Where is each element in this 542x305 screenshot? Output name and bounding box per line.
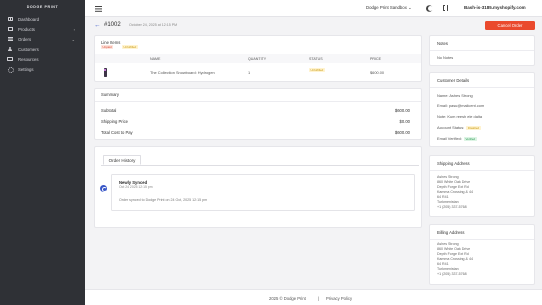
event-time: Oct 24 2025 12:15 pm [119, 185, 153, 189]
total-value: $600.00 [394, 130, 410, 135]
line-items-card: Line Items Unpaid Unfulfilled NAME QUANT… [94, 35, 422, 82]
table-header: NAME QUANTITY STATUS PRICE [95, 54, 421, 63]
chevron-down-icon: ⌄ [71, 36, 75, 42]
shipping-value: $0.00 [399, 119, 410, 124]
cancel-order-button[interactable]: Cancel Order [485, 21, 535, 30]
sidebar-item-label: Resources [18, 56, 39, 62]
billing-address: Ashes Strong 860 White Oak Drive Depth F… [437, 242, 473, 277]
sidebar-item-products[interactable]: Products › [0, 24, 85, 34]
chevron-right-icon: › [73, 26, 75, 32]
email-verified: Email Verified: Verified [437, 136, 477, 141]
order-history-card: Order History Newly Synced Oct 24 2025 1… [94, 146, 422, 228]
sidebar-item-label: Orders [18, 36, 32, 42]
address-line: +1 (205) 337-5768 [437, 204, 467, 209]
order-date: October 24, 2025 at 12:15 PM [129, 23, 178, 28]
tab-divider [101, 165, 419, 166]
shipping-address: Ashes Strong 860 White Oak Drive Depth F… [437, 175, 473, 210]
shop-link[interactable]: Bash-is-3185.myshopify.com [464, 5, 526, 10]
customer-title: Customer Details [437, 78, 470, 83]
order-header: ← #1002 October 24, 2025 at 12:15 PM [93, 20, 423, 32]
email-verified-label: Email Verified: [437, 136, 462, 141]
billing-address-card: Billing Address Ashes Strong 860 White O… [429, 224, 535, 285]
product-name: The Collection Snowboard: Hydrogen [150, 70, 215, 75]
payment-status-badge: Unpaid [101, 45, 114, 49]
account-status-badge: Disabled [466, 125, 481, 130]
divider [430, 239, 534, 240]
grid-icon [7, 17, 13, 22]
back-arrow-icon[interactable]: ← [94, 22, 101, 29]
shipping-address-card: Shipping Address Ashes Strong 860 White … [429, 155, 535, 217]
store-select[interactable]: Dodge Print Sandbox ⌄ [366, 5, 412, 11]
notes-card: Notes No Notes [429, 35, 535, 66]
fulfillment-status-badge: Unfulfilled [122, 45, 138, 49]
billing-title: Billing Address [437, 230, 465, 235]
email-verified-badge: Verified [463, 136, 477, 141]
history-event: Newly Synced Oct 24 2025 12:15 pm Order … [111, 174, 415, 211]
customer-details-card: Customer Details Name: Ashes Strong Emai… [429, 72, 535, 147]
item-status-badge: Unfulfilled [309, 67, 325, 72]
column-header: QUANTITY [248, 56, 267, 61]
shipping-label: Shipping Price [101, 119, 129, 124]
sync-icon [100, 185, 108, 193]
notes-title: Notes [437, 41, 448, 46]
subtotal-value: $600.00 [394, 108, 410, 113]
list-icon [7, 37, 13, 42]
order-id: #1002 [104, 21, 121, 28]
sidebar-item-resources[interactable]: Resources [0, 54, 85, 64]
divider [430, 50, 534, 51]
column-header: STATUS [309, 56, 323, 61]
sidebar: DODGE PRINT Dashboard Products › Orders … [0, 0, 85, 305]
user-icon [7, 46, 13, 52]
column-header: PRICE [370, 56, 381, 61]
footer-separator: | [318, 295, 320, 301]
tab-order-history[interactable]: Order History [103, 155, 141, 165]
sidebar-item-orders[interactable]: Orders ⌄ [0, 34, 85, 44]
sidebar-item-label: Products [18, 26, 35, 32]
topbar: Dodge Print Sandbox ⌄ Bash-is-3185.mysho… [85, 0, 542, 17]
account-status: Account Status: Disabled [437, 125, 481, 130]
sidebar-item-customers[interactable]: Customers [0, 44, 85, 54]
sidebar-item-label: Settings [18, 66, 34, 72]
app-logo: DODGE PRINT [26, 5, 59, 9]
summary-title: Summary [101, 92, 119, 97]
product-image [102, 67, 108, 77]
product-quantity: 1 [248, 70, 251, 75]
card-icon [7, 57, 13, 62]
table-row[interactable]: The Collection Snowboard: Hydrogen 1 Unf… [95, 65, 421, 80]
fullscreen-icon[interactable] [442, 4, 449, 12]
account-status-label: Account Status: [437, 125, 465, 130]
footer: 2025 © Dodge Print | Privacy Policy [85, 289, 542, 305]
sidebar-item-label: Customers [18, 46, 39, 52]
product-price: $600.00 [370, 70, 385, 75]
sidebar-item-dashboard[interactable]: Dashboard [0, 14, 85, 24]
notes-text: No Notes [437, 55, 454, 60]
divider [430, 170, 534, 171]
box-icon [7, 27, 13, 32]
gear-icon [7, 66, 15, 74]
subtotal-label: Subtotal [101, 108, 117, 113]
moon-icon[interactable] [427, 5, 434, 12]
copyright-text: 2025 © Dodge Print [269, 295, 306, 301]
sidebar-item-settings[interactable]: Settings [0, 64, 85, 74]
total-label: Total Cost to Pay [101, 130, 133, 135]
divider [430, 87, 534, 88]
column-header: NAME [150, 56, 161, 61]
summary-card: Summary Subtotal $600.00 Shipping Price … [94, 88, 422, 140]
customer-note: Note: Kum reesh ele dalta [437, 114, 482, 119]
divider [95, 101, 421, 102]
menu-icon[interactable] [95, 5, 102, 7]
address-line: +1 (205) 337-5768 [437, 271, 467, 276]
shipping-title: Shipping Address [437, 161, 470, 166]
sidebar-item-label: Dashboard [18, 16, 40, 22]
privacy-policy-link[interactable]: Privacy Policy [326, 296, 352, 301]
event-text: Order synced to Dodge Print on 24 Oct, 2… [119, 198, 208, 202]
customer-email: Email: pasu@mailcent.com [437, 103, 485, 108]
customer-name: Name: Ashes Strong [437, 93, 473, 98]
